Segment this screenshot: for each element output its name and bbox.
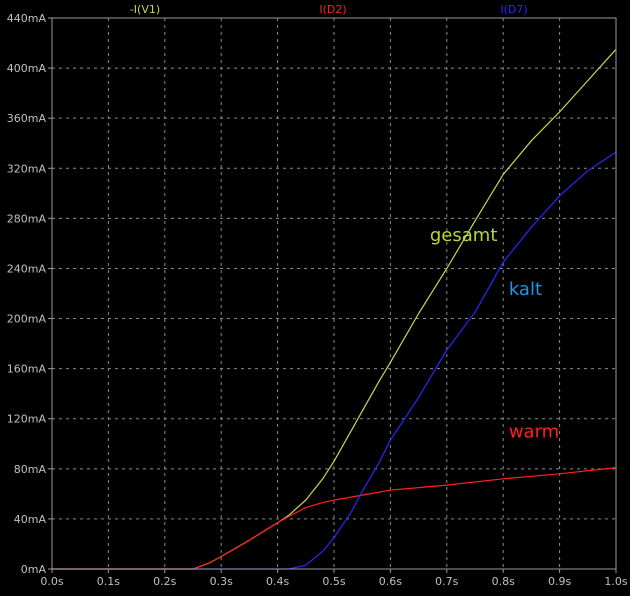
y-tick-label: 120mA: [7, 413, 47, 426]
x-tick-label: 0.1s: [97, 575, 120, 588]
chart: 0mA40mA80mA120mA160mA200mA240mA280mA320m…: [0, 0, 630, 596]
x-tick-label: 0.9s: [548, 575, 571, 588]
x-tick-label: 0.7s: [435, 575, 458, 588]
x-tick-label: 0.3s: [210, 575, 233, 588]
x-tick-label: 0.2s: [153, 575, 176, 588]
x-tick-label: 0.4s: [266, 575, 289, 588]
legend-entry: -I(V1): [130, 3, 160, 16]
y-tick-label: 360mA: [7, 112, 47, 125]
annotation-label: gesamt: [430, 225, 498, 246]
legend-entry: I(D7): [500, 3, 527, 16]
y-tick-label: 280mA: [7, 212, 47, 225]
annotation-label: kalt: [509, 279, 542, 300]
x-tick-label: 0.8s: [492, 575, 515, 588]
annotation-label: warm: [509, 422, 559, 443]
y-tick-label: 40mA: [14, 513, 47, 526]
x-tick-label: 0.5s: [322, 575, 345, 588]
legend-entry: I(D2): [319, 3, 346, 16]
y-tick-label: 160mA: [7, 363, 47, 376]
y-tick-label: 400mA: [7, 62, 47, 75]
y-tick-label: 80mA: [14, 463, 47, 476]
y-tick-label: 320mA: [7, 162, 47, 175]
y-tick-label: 440mA: [7, 12, 47, 25]
x-tick-label: 1.0s: [604, 575, 627, 588]
x-tick-label: 0.6s: [379, 575, 402, 588]
x-tick-label: 0.0s: [40, 575, 63, 588]
y-tick-label: 200mA: [7, 313, 47, 326]
y-tick-label: 240mA: [7, 262, 47, 275]
